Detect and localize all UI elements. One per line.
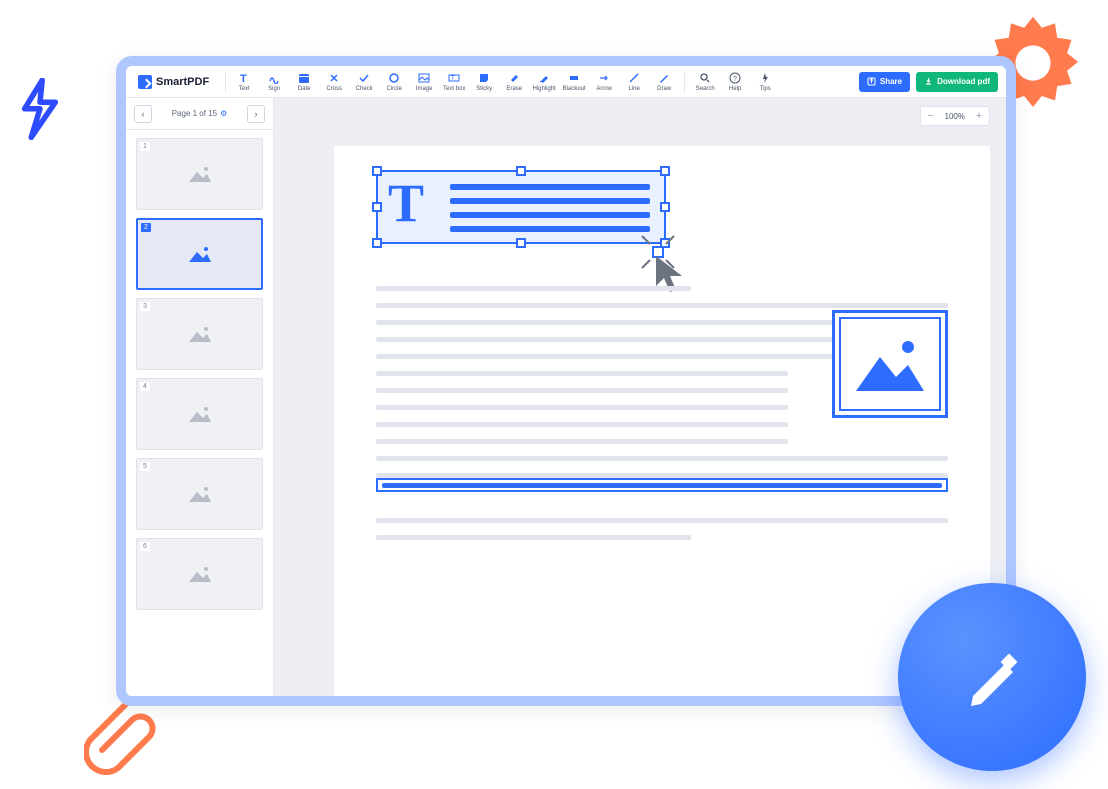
zoom-out-button[interactable]: − (921, 107, 941, 125)
tool-sticky[interactable]: Sticky (470, 71, 498, 93)
resize-handle[interactable] (372, 166, 382, 176)
topbar: SmartPDF TText Sign Date Cross Check Cir… (126, 66, 1006, 98)
placeholder-image-icon (187, 164, 213, 184)
sticky-icon (477, 71, 491, 85)
placeholder-image-icon (187, 324, 213, 344)
search-icon (698, 71, 712, 85)
divider (225, 71, 226, 93)
resize-handle[interactable] (372, 238, 382, 248)
resize-handle[interactable] (372, 202, 382, 212)
canvas-area: − 100% + T (274, 98, 1006, 696)
page-thumbnail[interactable]: 2 (136, 218, 263, 290)
placeholder-image-icon (187, 564, 213, 584)
text-selection-box[interactable]: T (376, 170, 666, 244)
page-thumbnail[interactable]: 4 (136, 378, 263, 450)
workspace: ‹ Page 1 of 15 ⚙ › 1 2 3 4 5 6 − 100% + (126, 98, 1006, 696)
page-thumbnail[interactable]: 3 (136, 298, 263, 370)
app-name: SmartPDF (156, 76, 209, 88)
page-thumbnail[interactable]: 6 (136, 538, 263, 610)
zoom-control: − 100% + (920, 106, 990, 126)
text-icon: T (237, 71, 251, 85)
page-navigator: ‹ Page 1 of 15 ⚙ › (126, 98, 273, 130)
placeholder-image-icon (187, 244, 213, 264)
zoom-value: 100% (941, 112, 969, 121)
tool-cross[interactable]: Cross (320, 71, 348, 93)
resize-handle[interactable] (660, 166, 670, 176)
edit-fab[interactable] (898, 583, 1086, 771)
sign-icon (267, 71, 281, 85)
image-placeholder[interactable] (832, 310, 948, 418)
tool-date[interactable]: Date (290, 71, 318, 93)
arrow-icon (597, 71, 611, 85)
svg-text:T: T (451, 76, 455, 82)
text-lines (450, 184, 650, 240)
download-button[interactable]: Download pdf (916, 72, 998, 92)
tool-image[interactable]: Image (410, 71, 438, 93)
tool-arrow[interactable]: Arrow (590, 71, 618, 93)
resize-handle[interactable] (516, 166, 526, 176)
share-icon (867, 77, 876, 86)
page-thumbnail[interactable]: 5 (136, 458, 263, 530)
svg-text:?: ? (733, 76, 737, 83)
resize-handle[interactable] (660, 202, 670, 212)
placeholder-image-icon (187, 484, 213, 504)
header-actions: Share Download pdf (859, 72, 998, 92)
textbox-icon: T (447, 71, 461, 85)
gear-icon[interactable]: ⚙ (220, 109, 227, 118)
cross-icon (327, 71, 341, 85)
lightning-decoration-icon (18, 78, 62, 134)
svg-text:T: T (240, 73, 247, 84)
tool-help[interactable]: ?Help (721, 71, 749, 93)
tool-textbox[interactable]: TText box (440, 71, 468, 93)
circle-icon (387, 71, 401, 85)
prev-page-button[interactable]: ‹ (134, 105, 152, 123)
tips-icon (758, 71, 772, 85)
share-button[interactable]: Share (859, 72, 910, 92)
eraser-icon (507, 71, 521, 85)
download-icon (924, 77, 933, 86)
tool-draw[interactable]: Draw (650, 71, 678, 93)
tool-search[interactable]: Search (691, 71, 719, 93)
blackout-icon (567, 71, 581, 85)
zoom-in-button[interactable]: + (969, 107, 989, 125)
tool-line[interactable]: Line (620, 71, 648, 93)
line-highlight (382, 483, 942, 488)
help-icon: ? (728, 71, 742, 85)
selected-text-line[interactable] (376, 478, 948, 492)
sidebar: ‹ Page 1 of 15 ⚙ › 1 2 3 4 5 6 (126, 98, 274, 696)
placeholder-image-icon (187, 404, 213, 424)
document-page[interactable]: T (334, 146, 990, 696)
image-icon (417, 71, 431, 85)
page-thumbnail[interactable]: 1 (136, 138, 263, 210)
calendar-icon (297, 71, 311, 85)
tool-blackout[interactable]: Blackout (560, 71, 588, 93)
paperclip-decoration-icon (84, 698, 166, 776)
check-icon (357, 71, 371, 85)
page-indicator: Page 1 of 15 ⚙ (172, 109, 228, 118)
tool-check[interactable]: Check (350, 71, 378, 93)
tool-sign[interactable]: Sign (260, 71, 288, 93)
pencil-icon (957, 642, 1027, 712)
highlighter-icon (537, 71, 551, 85)
divider (684, 71, 685, 93)
tool-highlight[interactable]: Highlight (530, 71, 558, 93)
tool-tips[interactable]: Tips (751, 71, 779, 93)
thumbnail-list: 1 2 3 4 5 6 (126, 130, 273, 696)
tool-circle[interactable]: Circle (380, 71, 408, 93)
tool-erase[interactable]: Erase (500, 71, 528, 93)
mountain-image-icon (850, 329, 930, 399)
resize-handle[interactable] (516, 238, 526, 248)
line-icon (627, 71, 641, 85)
app-logo[interactable]: SmartPDF (138, 75, 209, 89)
app-window: SmartPDF TText Sign Date Cross Check Cir… (116, 56, 1016, 706)
logo-icon (138, 75, 152, 89)
next-page-button[interactable]: › (247, 105, 265, 123)
text-tool-glyph: T (388, 176, 424, 230)
tool-text[interactable]: TText (230, 71, 258, 93)
pencil-icon (657, 71, 671, 85)
toolbar: TText Sign Date Cross Check Circle Image… (230, 71, 859, 93)
